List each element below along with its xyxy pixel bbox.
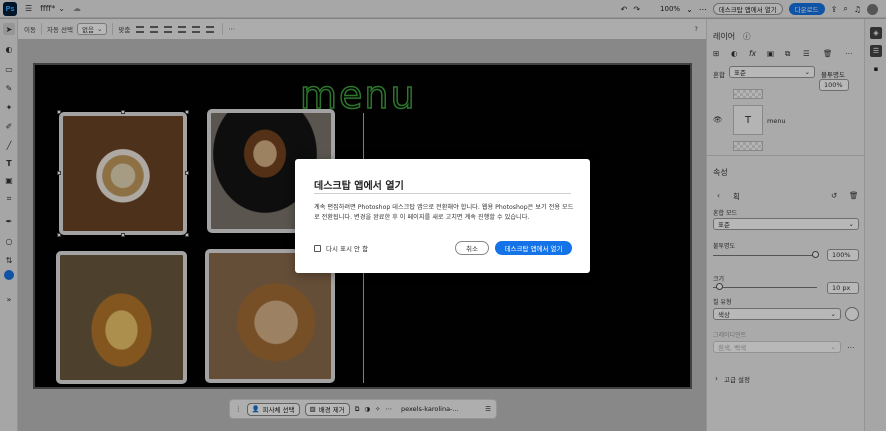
dialog-title: 데스크탑 앱에서 열기	[314, 181, 404, 192]
open-in-desktop-dialog: 데스크탑 앱에서 열기 계속 편집하려면 Photoshop 데스크탑 앱으로 …	[295, 159, 590, 273]
dialog-divider	[314, 193, 571, 194]
dialog-body: 계속 편집하려면 Photoshop 데스크탑 앱으로 전환해야 합니다. 웹용…	[314, 204, 574, 221]
dont-show-again-label: 다시 표시 안 함	[326, 245, 369, 253]
open-desktop-app-button[interactable]: 데스크탑 앱에서 열기	[495, 241, 572, 255]
dont-show-again-checkbox[interactable]: 다시 표시 안 함	[314, 243, 368, 253]
checkbox-box[interactable]	[314, 244, 321, 252]
cancel-button[interactable]: 취소	[455, 241, 489, 255]
